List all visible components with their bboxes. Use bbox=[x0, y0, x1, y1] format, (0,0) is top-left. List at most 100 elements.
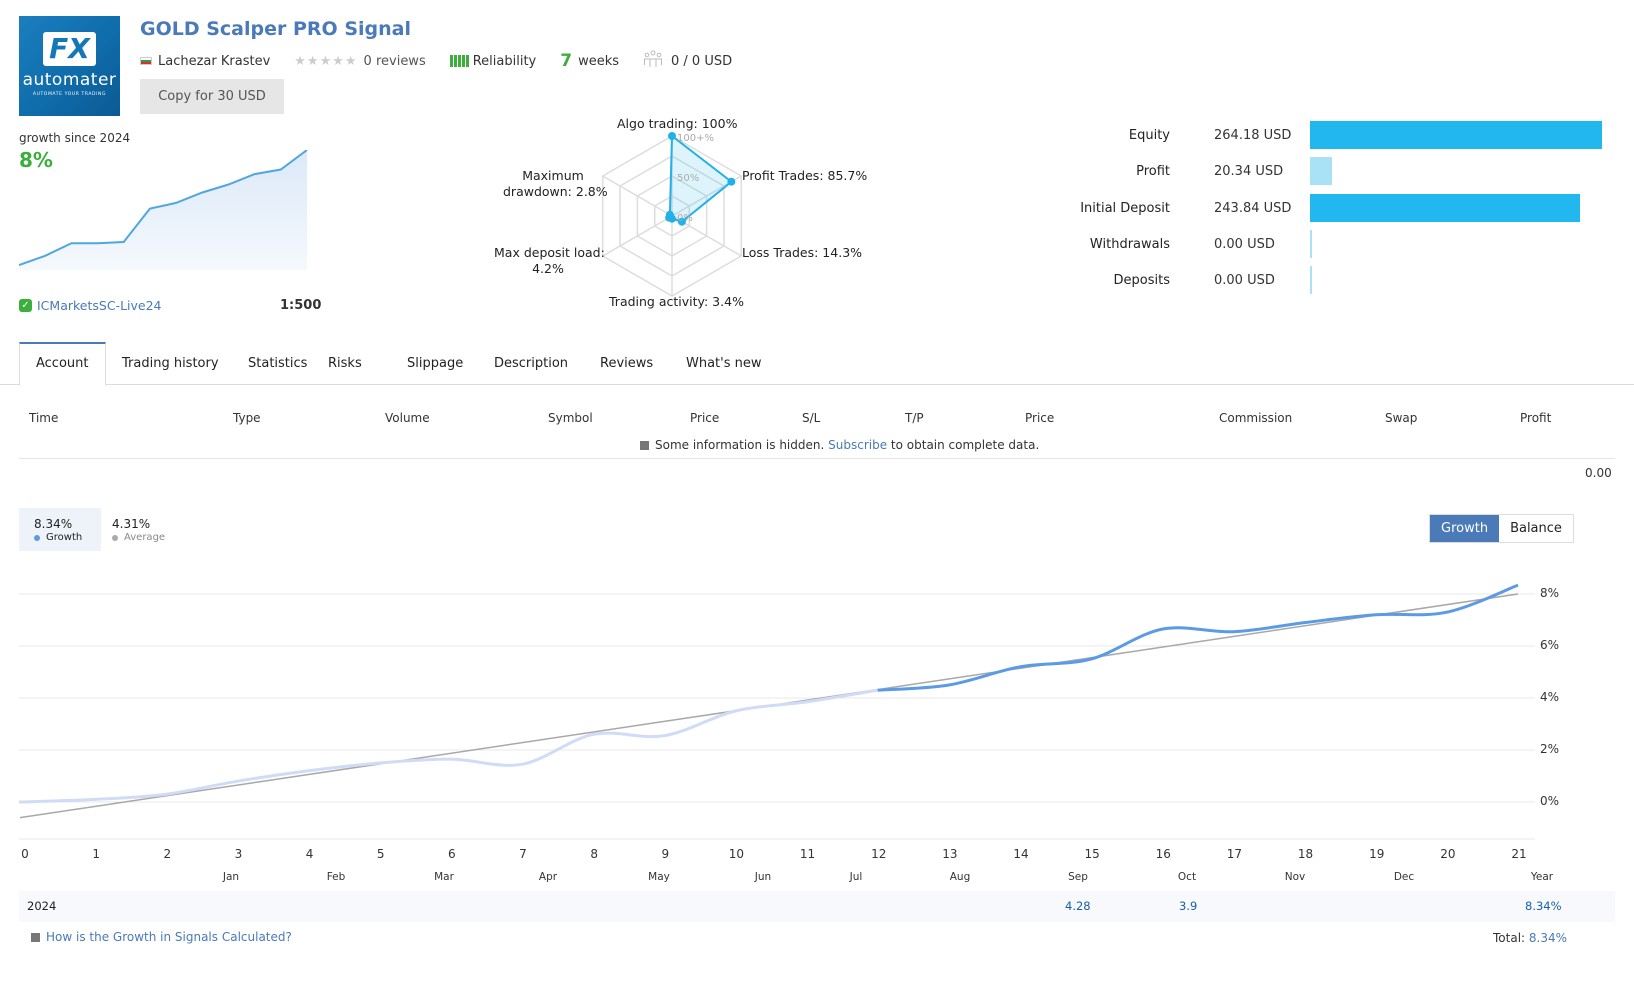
oct-value: 3.9 bbox=[1179, 899, 1198, 913]
x-tick-label: 5 bbox=[376, 847, 385, 861]
column-header-volume[interactable]: Volume bbox=[385, 411, 430, 425]
column-header-type[interactable]: Type bbox=[233, 411, 261, 425]
balance-row-withdrawals: Withdrawals 0.00 USD bbox=[1040, 230, 1312, 258]
radar-label-load-line2: 4.2% bbox=[532, 261, 564, 276]
balance-name: Deposits bbox=[1113, 272, 1170, 288]
x-tick-label: 9 bbox=[661, 847, 670, 861]
month-label-oct: Oct bbox=[1177, 871, 1197, 883]
y-tick-label: 6% bbox=[1540, 638, 1560, 652]
month-label-sep: Sep bbox=[1068, 871, 1088, 883]
x-tick-label: 6 bbox=[448, 847, 456, 861]
column-header-time[interactable]: Time bbox=[29, 411, 58, 425]
tab-trading-history[interactable]: Trading history bbox=[106, 342, 235, 385]
month-label-dec: Dec bbox=[1393, 871, 1415, 883]
chart-mode-toggle: Growth Balance bbox=[1429, 514, 1574, 543]
author-link[interactable]: Lachezar Krastev bbox=[158, 54, 270, 69]
weeks-count: 7 bbox=[560, 51, 573, 71]
year-row bbox=[19, 891, 1615, 922]
legend-average-value[interactable]: 4.31% bbox=[112, 517, 150, 531]
x-tick-label: 1 bbox=[92, 847, 100, 861]
signal-title: GOLD Scalper PRO Signal bbox=[140, 18, 411, 40]
legend-average-text: Average bbox=[124, 532, 166, 543]
tab-what-s-new[interactable]: What's new bbox=[670, 342, 778, 385]
broker-name[interactable]: ICMarketsSC-Live24 bbox=[37, 298, 162, 313]
month-label-feb: Feb bbox=[326, 871, 346, 883]
bulgaria-flag-icon bbox=[140, 57, 152, 65]
sparkline-area bbox=[19, 150, 307, 270]
month-label-year: Year bbox=[1530, 871, 1554, 883]
tab-description[interactable]: Description bbox=[478, 342, 584, 385]
x-tick-label: 7 bbox=[519, 847, 527, 861]
tab-reviews[interactable]: Reviews bbox=[584, 342, 669, 385]
column-header-symbol[interactable]: Symbol bbox=[548, 411, 593, 425]
tab-slippage[interactable]: Slippage bbox=[391, 342, 479, 385]
subscribe-link[interactable]: Subscribe bbox=[828, 438, 887, 452]
balance-name: Equity bbox=[1128, 127, 1170, 143]
copy-signal-button[interactable]: Copy for 30 USD bbox=[140, 79, 284, 114]
radar-label-activity: Trading activity: 3.4% bbox=[609, 294, 744, 309]
radar-scale-label: 100+% bbox=[677, 133, 714, 144]
table-total-profit: 0.00 bbox=[1585, 466, 1612, 480]
legend-growth-label: Growth bbox=[34, 532, 82, 543]
legend-growth-value: 8.34% bbox=[34, 517, 73, 531]
growth-toggle-button[interactable]: Growth bbox=[1430, 515, 1500, 542]
radar-point bbox=[668, 132, 676, 140]
balance-row-initial-deposit: Initial Deposit 243.84 USD bbox=[1040, 194, 1580, 222]
month-label-nov: Nov bbox=[1284, 871, 1306, 883]
growth-dot-icon bbox=[34, 534, 40, 541]
growth-calc-text[interactable]: How is the Growth in Signals Calculated? bbox=[46, 930, 292, 944]
month-label-may: May bbox=[648, 871, 670, 883]
tab-risks[interactable]: Risks bbox=[312, 342, 378, 385]
balance-toggle-button[interactable]: Balance bbox=[1499, 515, 1573, 542]
month-label-apr: Apr bbox=[538, 871, 558, 883]
radar-label-dd-line1: Maximum bbox=[522, 168, 584, 183]
average-dot-icon bbox=[112, 534, 118, 541]
total-label: Total: bbox=[1493, 931, 1526, 945]
verified-check-icon: ✓ bbox=[19, 299, 32, 312]
column-header-price[interactable]: Price bbox=[1025, 411, 1054, 425]
balance-bar bbox=[1310, 230, 1312, 258]
leverage: 1:500 bbox=[280, 298, 322, 313]
x-tick-label: 13 bbox=[942, 847, 958, 861]
hidden-info-message: Some information is hidden. Subscribe to… bbox=[640, 438, 1039, 452]
growth-calc-link[interactable]: How is the Growth in Signals Calculated? bbox=[31, 930, 292, 944]
legend-growth-text: Growth bbox=[46, 532, 83, 543]
x-tick-label: 10 bbox=[728, 847, 745, 861]
balance-row-equity: Equity 264.18 USD bbox=[1040, 121, 1602, 149]
reviews-count[interactable]: 0 reviews bbox=[364, 54, 426, 69]
radar-chart: 100+% 50% 0% bbox=[601, 132, 743, 297]
radar-label-load: Max deposit load: 4.2% bbox=[494, 245, 605, 277]
x-tick-label: 18 bbox=[1297, 847, 1314, 861]
hidden-msg-pre: Some information is hidden. bbox=[655, 438, 825, 452]
balance-value: 20.34 USD bbox=[1214, 163, 1284, 179]
radar-label-profit: Profit Trades: 85.7% bbox=[742, 168, 868, 183]
subscribers-funds: 0 / 0 USD bbox=[671, 53, 733, 69]
tab-statistics[interactable]: Statistics bbox=[232, 342, 323, 385]
x-tick-label: 8 bbox=[590, 847, 598, 861]
broker-server[interactable]: ✓ ICMarketsSC-Live24 bbox=[19, 298, 162, 313]
x-tick-label: 15 bbox=[1084, 847, 1100, 861]
subscribers-icon bbox=[643, 50, 663, 72]
column-header-swap[interactable]: Swap bbox=[1385, 411, 1417, 425]
balance-value: 264.18 USD bbox=[1214, 127, 1292, 143]
column-header-profit[interactable]: Profit bbox=[1520, 411, 1551, 425]
growth-line-faded bbox=[18, 688, 878, 804]
x-tick-label: 20 bbox=[1440, 847, 1456, 861]
y-tick-label: 2% bbox=[1540, 742, 1560, 756]
column-header-price[interactable]: Price bbox=[690, 411, 719, 425]
x-tick-label: 19 bbox=[1369, 847, 1385, 861]
x-tick-label: 16 bbox=[1155, 847, 1171, 861]
tab-account[interactable]: Account bbox=[19, 342, 106, 386]
column-header-s-l[interactable]: S/L bbox=[802, 411, 820, 425]
radar-label-algo: Algo trading: 100% bbox=[617, 116, 738, 131]
column-header-commission[interactable]: Commission bbox=[1219, 411, 1292, 425]
total-growth: Total: 8.34% bbox=[1493, 931, 1567, 945]
x-tick-label: 4 bbox=[305, 847, 314, 861]
year-label: 2024 bbox=[27, 899, 57, 913]
column-header-t-p[interactable]: T/P bbox=[905, 411, 924, 425]
legend-average-label: Average bbox=[112, 532, 165, 543]
balance-row-deposits: Deposits 0.00 USD bbox=[1040, 266, 1312, 294]
logo-tagline: AUTOMATE YOUR TRADING bbox=[32, 91, 107, 97]
radar-point bbox=[665, 210, 674, 219]
growth-since-label: growth since 2024 bbox=[19, 131, 131, 145]
